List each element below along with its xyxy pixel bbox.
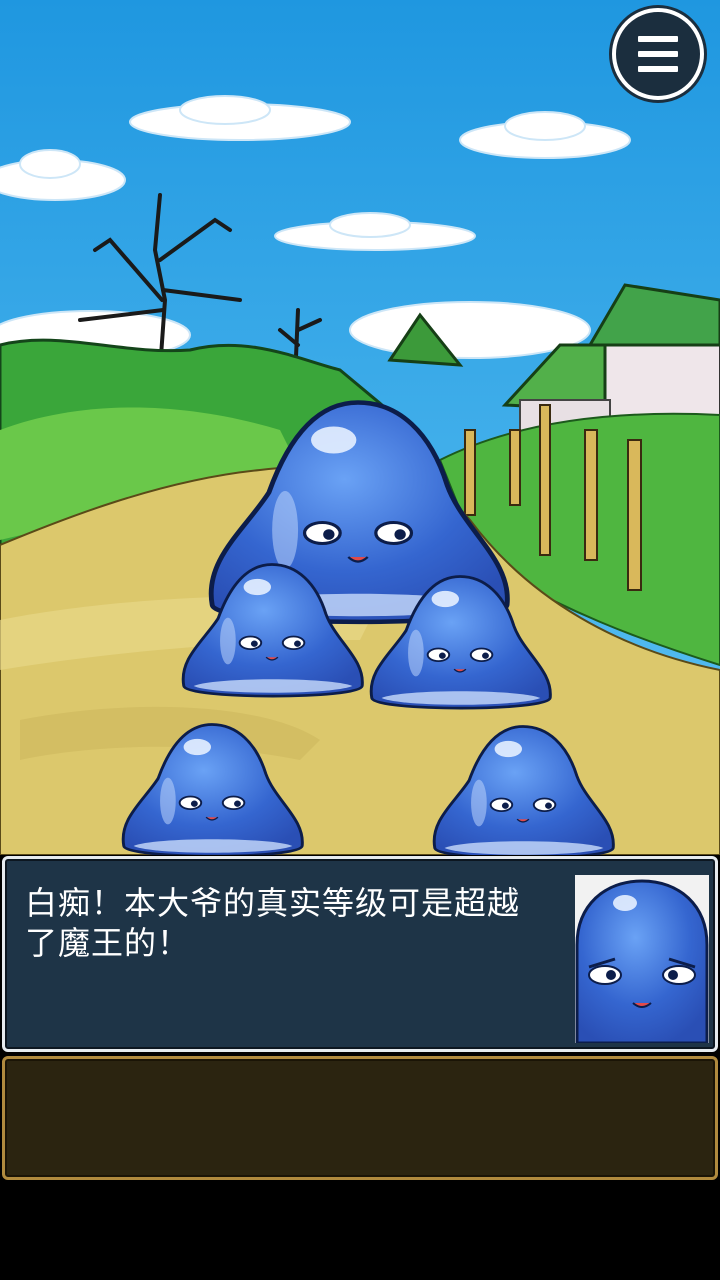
letterbox-bar <box>0 1182 720 1280</box>
dialog-text: 白痴！本大爷的真实等级可是超越了魔王的！ <box>25 884 521 962</box>
slime-boss-portrait <box>575 875 709 1043</box>
choice-panel[interactable] <box>2 1056 718 1180</box>
dialog-box[interactable]: 白痴！本大爷的真实等级可是超越了魔王的！ <box>2 856 718 1052</box>
menu-button[interactable] <box>612 8 704 100</box>
game-screen: 白痴！本大爷的真实等级可是超越了魔王的！ <box>0 0 720 1280</box>
scene-background <box>0 0 720 855</box>
